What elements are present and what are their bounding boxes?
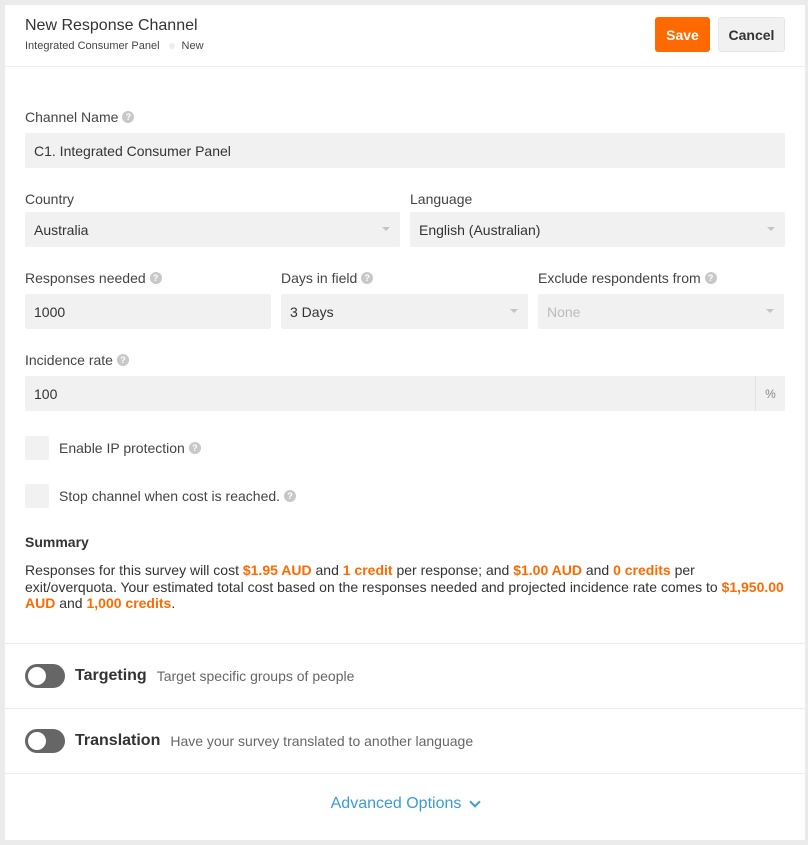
cancel-button[interactable]: Cancel (718, 17, 785, 52)
channel-form-card: New Response Channel Integrated Consumer… (5, 5, 805, 840)
page-title: New Response Channel (25, 17, 198, 34)
breadcrumb-item-panel[interactable]: Integrated Consumer Panel (25, 40, 160, 52)
help-icon[interactable]: ? (361, 272, 374, 284)
translation-row: Translation Have your survey translated … (25, 728, 473, 754)
targeting-title: Targeting (75, 667, 147, 684)
summary-title: Summary (25, 534, 89, 550)
help-icon[interactable]: ? (149, 272, 162, 284)
breadcrumb: Integrated Consumer Panel New (25, 40, 204, 52)
translation-title: Translation (75, 732, 161, 749)
stop-channel-checkbox[interactable] (25, 484, 49, 508)
language-label: Language (410, 191, 473, 207)
days-in-field-label: Days in field? (281, 270, 374, 286)
incidence-rate-label: Incidence rate? (25, 352, 129, 368)
toggle-knob (28, 732, 46, 750)
help-icon[interactable]: ? (116, 354, 129, 366)
toggle-knob (28, 667, 46, 685)
save-button[interactable]: Save (655, 17, 710, 52)
percent-suffix: % (755, 376, 785, 411)
stop-channel-label: Stop channel when cost is reached.? (59, 485, 297, 507)
credits-per-response: 1 credit (342, 562, 393, 578)
total-credits: 1,000 credits (86, 595, 172, 611)
header: New Response Channel Integrated Consumer… (5, 5, 805, 67)
country-select[interactable]: Australia (25, 212, 400, 247)
responses-needed-label: Responses needed? (25, 270, 162, 286)
cost-per-response: $1.95 AUD (242, 562, 312, 578)
help-icon[interactable]: ? (188, 442, 201, 454)
summary-text: Responses for this survey will cost $1.9… (25, 562, 784, 611)
divider (5, 643, 805, 644)
ip-protection-label: Enable IP protection? (59, 437, 201, 459)
breadcrumb-item-new: New (181, 40, 204, 52)
ip-protection-checkbox[interactable] (25, 436, 49, 460)
breadcrumb-separator (168, 43, 175, 49)
responses-needed-input[interactable]: 1000 (25, 294, 271, 329)
targeting-toggle[interactable] (25, 664, 65, 688)
channel-name-label: Channel Name? (25, 109, 135, 125)
divider (5, 708, 805, 709)
help-icon[interactable]: ? (122, 111, 135, 123)
chevron-down-icon (510, 309, 518, 313)
chevron-down-icon (469, 795, 482, 808)
language-select[interactable]: English (Australian) (410, 212, 785, 247)
incidence-rate-input[interactable]: 100 % (25, 376, 785, 411)
chevron-down-icon (382, 227, 390, 231)
advanced-options-link[interactable]: Advanced Options (5, 795, 805, 813)
exclude-respondents-label: Exclude respondents from? (538, 270, 717, 286)
chevron-down-icon (767, 227, 775, 231)
exclude-respondents-select: None (538, 294, 784, 329)
targeting-description: Target specific groups of people (156, 668, 355, 684)
help-icon[interactable]: ? (284, 490, 297, 502)
chevron-down-icon (766, 309, 774, 313)
divider (5, 773, 805, 774)
cost-per-exit: $1.00 AUD (513, 562, 582, 578)
days-in-field-select[interactable]: 3 Days (281, 294, 528, 329)
credits-per-exit: 0 credits (613, 562, 671, 578)
help-icon[interactable]: ? (704, 272, 717, 284)
targeting-row: Targeting Target specific groups of peop… (25, 663, 354, 689)
translation-toggle[interactable] (25, 729, 65, 753)
channel-name-input[interactable]: C1. Integrated Consumer Panel (25, 133, 785, 168)
country-label: Country (25, 191, 75, 207)
translation-description: Have your survey translated to another l… (170, 733, 474, 749)
